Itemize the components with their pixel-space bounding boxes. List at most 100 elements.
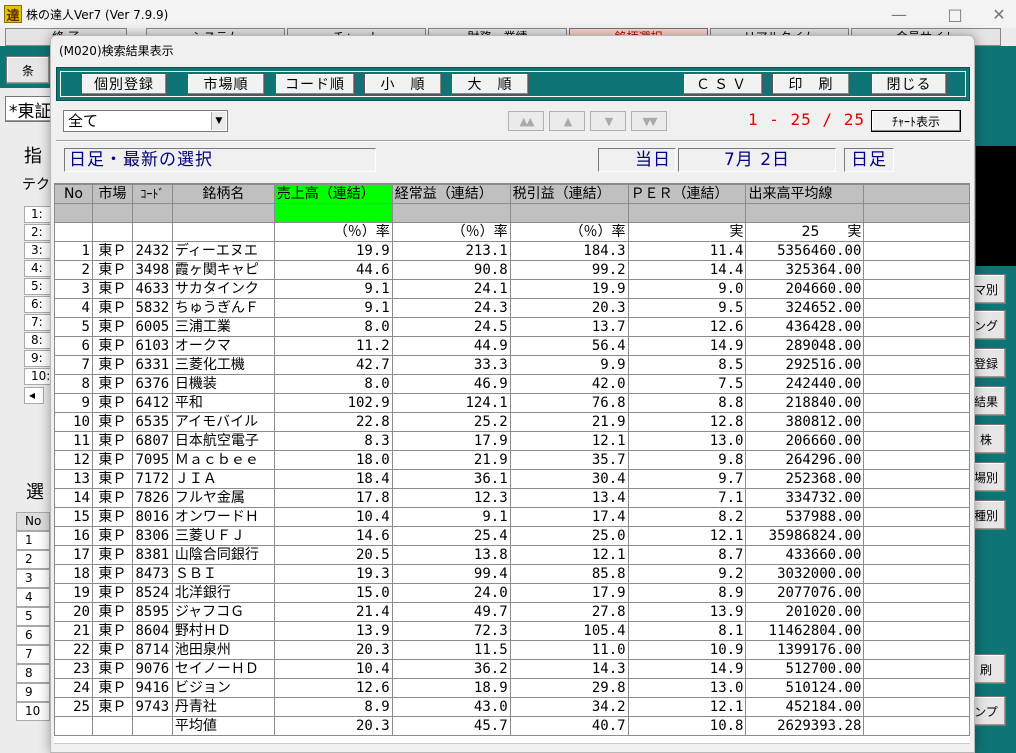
index-row[interactable]: 2: (24, 224, 52, 241)
index-row[interactable]: 4: (24, 260, 52, 277)
no-row[interactable]: 2 (16, 550, 50, 569)
market-order-button[interactable]: 市場順 (187, 73, 265, 95)
cell-market: 東Ｐ (91, 336, 133, 356)
average-cell (54, 716, 93, 736)
scroll-left-icon[interactable]: ◂ (24, 387, 44, 404)
table-row[interactable]: 23 東Ｐ 9076 セイノーＨＤ 10.4 36.2 14.3 14.9 512700.00 (54, 659, 970, 679)
cell-sales: 17.8 (273, 488, 393, 508)
cell-volume: 1399176.00 (745, 640, 865, 660)
next-page-icon[interactable]: ▼ (590, 111, 626, 131)
col-header-sales[interactable]: 売上高（連結） (273, 184, 393, 204)
table-row[interactable]: 14 東Ｐ 7826 フルヤ金属 17.8 12.3 13.4 7.1 334732.00 (54, 488, 970, 508)
cell-name: 日機装 (171, 374, 275, 394)
cell-volume: 510124.00 (745, 678, 865, 698)
no-row[interactable]: 9 (16, 683, 50, 702)
close-icon[interactable]: ✕ (984, 3, 1014, 25)
chevron-down-icon[interactable]: ▼ (211, 112, 226, 130)
cell-net: 29.8 (509, 678, 629, 698)
table-row[interactable]: 19 東Ｐ 8524 北洋銀行 15.0 24.0 17.9 8.9 2077076.00 (54, 583, 970, 603)
no-row[interactable]: 5 (16, 607, 50, 626)
chart-display-button[interactable]: ﾁｬｰﾄ表示 (871, 110, 961, 132)
table-row[interactable]: 3 東Ｐ 4633 サカタインク 9.1 24.1 19.9 9.0 204660.00 (54, 279, 970, 299)
result-grid: No 市場 ｺｰﾄﾞ 銘柄名 売上高（連結） 経常益（連結） 税引益（連結） Ｐ… (54, 183, 970, 743)
table-row[interactable]: 12 東Ｐ 7095 Ｍａｃｂｅｅ 18.0 21.9 35.7 9.8 264296.00 (54, 450, 970, 470)
condition-button[interactable]: 条 (6, 56, 50, 84)
minimize-icon[interactable]: — (884, 3, 914, 25)
table-row[interactable]: 25 東Ｐ 9743 丹青社 8.9 43.0 34.2 12.1 452184.00 (54, 697, 970, 717)
filter-select[interactable]: 全て ▼ (63, 110, 228, 132)
table-row[interactable]: 11 東Ｐ 6807 日本航空電子 8.3 17.9 12.1 13.0 206660.00 (54, 431, 970, 451)
cell-sales: 10.4 (273, 507, 393, 527)
table-row[interactable]: 1 東Ｐ 2432 ディーエヌエ 19.9 213.1 184.3 11.4 5356460.0… (54, 241, 970, 261)
col-header-volume[interactable]: 出来高平均線 (745, 184, 865, 204)
table-row[interactable]: 18 東Ｐ 8473 ＳＢＩ 19.3 99.4 85.8 9.2 3032000.00 (54, 564, 970, 584)
csv-button[interactable]: ＣＳＶ (683, 73, 763, 95)
col-header-net[interactable]: 税引益（連結） (509, 184, 629, 204)
table-row[interactable]: 13 東Ｐ 7172 ＪＩＡ 18.4 36.1 30.4 9.7 252368.00 (54, 469, 970, 489)
no-row[interactable]: 7 (16, 645, 50, 664)
cell-no: 11 (54, 431, 93, 451)
cell-per: 12.1 (627, 697, 747, 717)
index-row[interactable]: 9: (24, 350, 52, 367)
table-row[interactable]: 22 東Ｐ 8714 池田泉州 20.3 11.5 11.0 10.9 1399176.00 (54, 640, 970, 660)
col-header-code[interactable]: ｺｰﾄﾞ (131, 184, 173, 204)
table-row[interactable]: 20 東Ｐ 8595 ジャフコＧ 21.4 49.7 27.8 13.9 201020.00 (54, 602, 970, 622)
no-row[interactable]: 3 (16, 569, 50, 588)
col-header-no[interactable]: No (54, 184, 93, 204)
no-row[interactable]: 1 (16, 531, 50, 550)
cell-name: 北洋銀行 (171, 583, 275, 603)
table-row[interactable]: 21 東Ｐ 8604 野村ＨＤ 13.9 72.3 105.4 8.1 11462804.00 (54, 621, 970, 641)
index-row[interactable]: 5: (24, 278, 52, 295)
today-label: 当日 (598, 148, 676, 172)
table-row[interactable]: 6 東Ｐ 6103 オークマ 11.2 44.9 56.4 14.9 289048.00 (54, 336, 970, 356)
table-row[interactable]: 10 東Ｐ 6535 アイモバイル 22.8 25.2 21.9 12.8 380812.00 (54, 412, 970, 432)
index-row[interactable]: 6: (24, 296, 52, 313)
table-row[interactable]: 24 東Ｐ 9416 ビジョン 12.6 18.9 29.8 13.0 510124.00 (54, 678, 970, 698)
market-field[interactable]: *東証 (5, 96, 55, 122)
no-row[interactable]: 4 (16, 588, 50, 607)
table-row[interactable]: 7 東Ｐ 6331 三菱化工機 42.7 33.3 9.9 8.5 292516.00 (54, 355, 970, 375)
no-row[interactable]: 8 (16, 664, 50, 683)
cell-net: 99.2 (509, 260, 629, 280)
index-row[interactable]: 8: (24, 332, 52, 349)
cell-market: 東Ｐ (91, 412, 133, 432)
header-cell (745, 203, 865, 223)
code-order-button[interactable]: コード順 (275, 73, 355, 95)
print-button[interactable]: 印 刷 (772, 73, 850, 95)
first-page-icon[interactable]: ▲▲ (508, 111, 544, 131)
table-row[interactable]: 15 東Ｐ 8016 オンワードＨ 10.4 9.1 17.4 8.2 537988.00 (54, 507, 970, 527)
cell-ordinary: 99.4 (391, 564, 511, 584)
ascending-button[interactable]: 小 順 (364, 73, 442, 95)
individual-register-button[interactable]: 個別登録 (81, 73, 167, 95)
descending-button[interactable]: 大 順 (451, 73, 529, 95)
close-button[interactable]: 閉じる (871, 73, 947, 95)
col-header-name[interactable]: 銘柄名 (171, 184, 275, 204)
maximize-icon[interactable]: □ (940, 3, 970, 25)
col-header-market[interactable]: 市場 (91, 184, 133, 204)
table-row[interactable]: 2 東Ｐ 3498 霞ヶ関キャピ 44.6 90.8 99.2 14.4 325364.00 (54, 260, 970, 280)
index-row[interactable]: 1: (24, 206, 52, 223)
table-row[interactable]: 5 東Ｐ 6005 三浦工業 8.0 24.5 13.7 12.6 436428.00 (54, 317, 970, 337)
index-row[interactable]: 10: (24, 368, 52, 385)
table-row[interactable]: 8 東Ｐ 6376 日機装 8.0 46.9 42.0 7.5 242440.00 (54, 374, 970, 394)
index-row[interactable]: 7: (24, 314, 52, 331)
col-header-per[interactable]: ＰＥＲ（連結） (627, 184, 747, 204)
no-row[interactable]: 10 (16, 702, 50, 721)
table-row[interactable]: 17 東Ｐ 8381 山陰合同銀行 20.5 13.8 12.1 8.7 433660.00 (54, 545, 970, 565)
cell-volume: 242440.00 (745, 374, 865, 394)
last-page-icon[interactable]: ▼▼ (631, 111, 667, 131)
col-header-ordinary[interactable]: 経常益（連結） (391, 184, 511, 204)
cell-name: Ｍａｃｂｅｅ (171, 450, 275, 470)
table-row[interactable]: 9 東Ｐ 6412 平和 102.9 124.1 76.8 8.8 218840.00 (54, 393, 970, 413)
horizontal-scrollbar[interactable] (54, 743, 970, 752)
index-row[interactable]: 3: (24, 242, 52, 259)
cell-empty (863, 469, 970, 489)
cell-volume: 252368.00 (745, 469, 865, 489)
prev-page-icon[interactable]: ▲ (549, 111, 585, 131)
no-row[interactable]: 6 (16, 626, 50, 645)
table-row[interactable]: 4 東Ｐ 5832 ちゅうぎんＦ 9.1 24.3 20.3 9.5 324652.00 (54, 298, 970, 318)
table-row[interactable]: 16 東Ｐ 8306 三菱ＵＦＪ 14.6 25.4 25.0 12.1 35986824.00 (54, 526, 970, 546)
search-result-dialog: (M020)検索結果表示 個別登録 市場順 コード順 小 順 大 順 ＣＳＶ 印… (50, 35, 975, 753)
page-indicator: 1 - 25 / 25 (748, 110, 865, 129)
cell-no: 18 (54, 564, 93, 584)
